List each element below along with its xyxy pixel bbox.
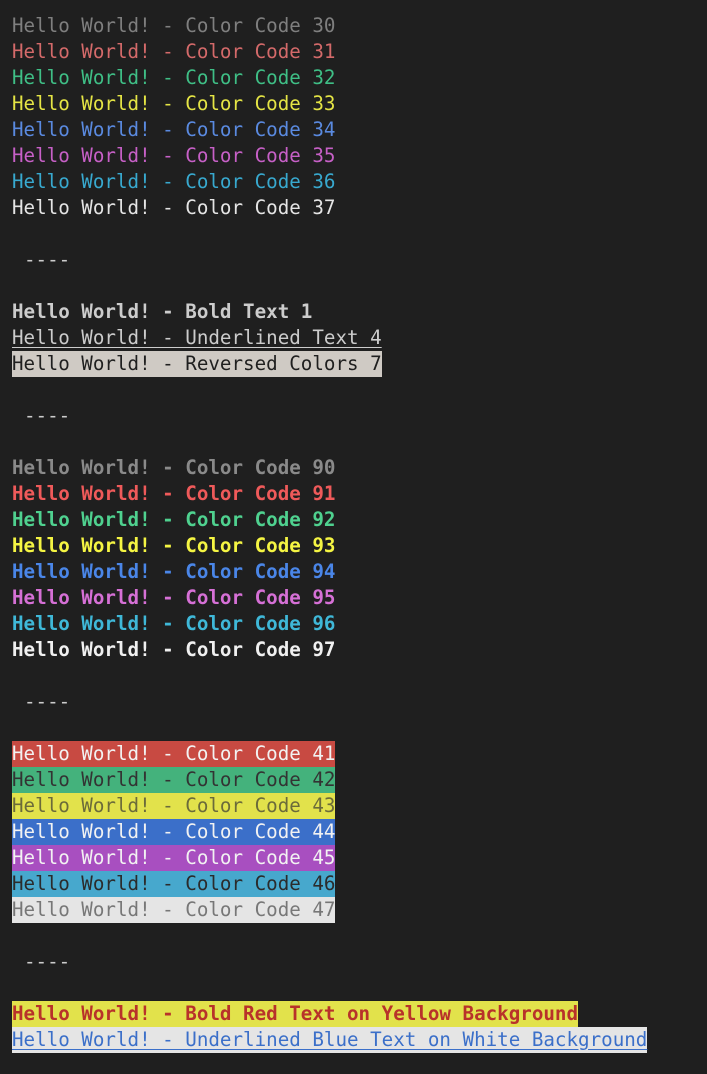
bright-line-95: Hello World! - Color Code 95 — [12, 585, 647, 611]
fg-text-35: Hello World! - Color Code 35 — [12, 144, 336, 167]
fg-line-36: Hello World! - Color Code 36 — [12, 169, 647, 195]
bright-text-96: Hello World! - Color Code 96 — [12, 612, 336, 635]
bright-line-94: Hello World! - Color Code 94 — [12, 559, 647, 585]
underlined-blue-on-white-text: Hello World! - Underlined Blue Text on W… — [12, 1027, 648, 1053]
bg-line-44: Hello World! - Color Code 44 — [12, 819, 647, 845]
combo-line-red-on-yellow: Hello World! - Bold Red Text on Yellow B… — [12, 1001, 647, 1027]
bright-text-97: Hello World! - Color Code 97 — [12, 638, 336, 661]
bg-text-41: Hello World! - Color Code 41 — [12, 741, 336, 767]
fg-line-31: Hello World! - Color Code 31 — [12, 39, 647, 65]
style-line-reversed: Hello World! - Reversed Colors 7 — [12, 351, 647, 377]
bg-text-47: Hello World! - Color Code 47 — [12, 897, 336, 923]
fg-text-33: Hello World! - Color Code 33 — [12, 92, 336, 115]
style-line-bold: Hello World! - Bold Text 1 — [12, 299, 647, 325]
fg-line-30: Hello World! - Color Code 30 — [12, 13, 647, 39]
bright-text-92: Hello World! - Color Code 92 — [12, 508, 336, 531]
style-line-underline: Hello World! - Underlined Text 4 — [12, 325, 647, 351]
bg-line-42: Hello World! - Color Code 42 — [12, 767, 647, 793]
bg-line-45: Hello World! - Color Code 45 — [12, 845, 647, 871]
bg-line-43: Hello World! - Color Code 43 — [12, 793, 647, 819]
underlined-text: Hello World! - Underlined Text 4 — [12, 326, 382, 349]
separator-1: ---- — [24, 248, 71, 271]
terminal-output: Hello World! - Color Code 30 Hello World… — [12, 13, 648, 1053]
fg-text-36: Hello World! - Color Code 36 — [12, 170, 336, 193]
bg-text-42: Hello World! - Color Code 42 — [12, 767, 336, 793]
fg-line-35: Hello World! - Color Code 35 — [12, 143, 647, 169]
bright-text-91: Hello World! - Color Code 91 — [12, 482, 336, 505]
fg-text-32: Hello World! - Color Code 32 — [12, 66, 336, 89]
bg-line-46: Hello World! - Color Code 46 — [12, 871, 647, 897]
fg-line-37: Hello World! - Color Code 37 — [12, 195, 647, 221]
bright-text-93: Hello World! - Color Code 93 — [12, 534, 336, 557]
bg-text-45: Hello World! - Color Code 45 — [12, 845, 336, 871]
bg-text-46: Hello World! - Color Code 46 — [12, 871, 336, 897]
separator-3: ---- — [24, 690, 71, 713]
separator-4: ---- — [24, 950, 71, 973]
fg-line-33: Hello World! - Color Code 33 — [12, 91, 647, 117]
bg-line-47: Hello World! - Color Code 47 — [12, 897, 647, 923]
bright-line-93: Hello World! - Color Code 93 — [12, 533, 647, 559]
bright-line-96: Hello World! - Color Code 96 — [12, 611, 647, 637]
bold-text: Hello World! - Bold Text 1 — [12, 300, 313, 323]
bright-text-95: Hello World! - Color Code 95 — [12, 586, 336, 609]
separator-2: ---- — [24, 404, 71, 427]
fg-text-30: Hello World! - Color Code 30 — [12, 14, 336, 37]
bright-line-91: Hello World! - Color Code 91 — [12, 481, 647, 507]
fg-text-37: Hello World! - Color Code 37 — [12, 196, 336, 219]
bold-red-on-yellow-text: Hello World! - Bold Red Text on Yellow B… — [12, 1001, 579, 1027]
bright-text-94: Hello World! - Color Code 94 — [12, 560, 336, 583]
bg-line-41: Hello World! - Color Code 41 — [12, 741, 647, 767]
bright-line-97: Hello World! - Color Code 97 — [12, 637, 647, 663]
fg-text-34: Hello World! - Color Code 34 — [12, 118, 336, 141]
bright-text-90: Hello World! - Color Code 90 — [12, 456, 336, 479]
fg-text-31: Hello World! - Color Code 31 — [12, 40, 336, 63]
bright-line-90: Hello World! - Color Code 90 — [12, 455, 647, 481]
bright-line-92: Hello World! - Color Code 92 — [12, 507, 647, 533]
fg-line-32: Hello World! - Color Code 32 — [12, 65, 647, 91]
bg-text-44: Hello World! - Color Code 44 — [12, 819, 336, 845]
bg-text-43: Hello World! - Color Code 43 — [12, 793, 336, 819]
combo-line-blue-on-white: Hello World! - Underlined Blue Text on W… — [12, 1027, 648, 1053]
reversed-text: Hello World! - Reversed Colors 7 — [12, 351, 382, 377]
fg-line-34: Hello World! - Color Code 34 — [12, 117, 647, 143]
